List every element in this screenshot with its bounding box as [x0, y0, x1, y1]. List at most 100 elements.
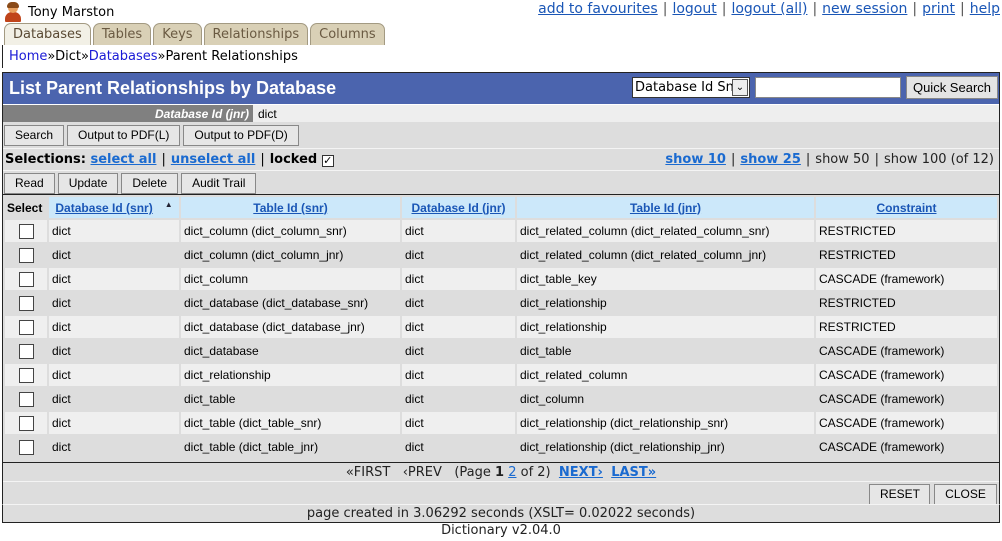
- reset-button[interactable]: RESET: [869, 484, 930, 505]
- logout-all-link[interactable]: logout (all): [731, 1, 807, 17]
- row-select-checkbox[interactable]: [18, 415, 34, 431]
- table-header-row: Select Database Id (snr) ▲ Table Id (snr)…: [5, 197, 997, 218]
- table-row: dict dict_table (dict_table_jnr) dict dict_…: [5, 436, 997, 458]
- sort-table-id-jnr-link[interactable]: Table Id (jnr): [630, 201, 701, 215]
- column-header-constraint: Constraint: [816, 197, 997, 218]
- sort-ascending-icon: ▲: [164, 200, 173, 209]
- cell-database-id-jnr: dict: [402, 388, 515, 410]
- title-bar: List Parent Relationships by Database Da…: [3, 73, 999, 104]
- search-button-row: Search Output to PDF(L) Output to PDF(D): [3, 122, 999, 149]
- breadcrumb-home[interactable]: Home: [9, 49, 47, 64]
- quick-search-field-value: Database Id Snr: [635, 80, 740, 95]
- audit-trail-button[interactable]: Audit Trail: [181, 173, 257, 194]
- quick-search-input[interactable]: [755, 77, 901, 98]
- cell-table-id-jnr: dict_related_column (dict_related_column…: [517, 220, 814, 242]
- row-select-checkbox[interactable]: [18, 295, 34, 311]
- cell-database-id-snr: dict: [49, 244, 179, 266]
- row-select-checkbox[interactable]: [18, 247, 34, 263]
- table-row: dict dict_column dict dict_table_key CASCADE…: [5, 268, 997, 290]
- page-size-links: show 10 | show 25 | show 50 | show 100 (of 12): [665, 152, 994, 167]
- cell-table-id-snr: dict_database: [181, 340, 400, 362]
- quick-search-button[interactable]: Quick Search: [906, 76, 998, 99]
- cell-database-id-jnr: dict: [402, 220, 515, 242]
- tab-tables[interactable]: Tables: [92, 23, 152, 45]
- row-select-checkbox[interactable]: [18, 319, 34, 335]
- cell-table-id-jnr: dict_relationship: [517, 316, 814, 338]
- new-session-link[interactable]: new session: [822, 1, 907, 17]
- cell-database-id-snr: dict: [49, 364, 179, 386]
- cell-constraint: RESTRICTED: [816, 220, 997, 242]
- table-row: dict dict_table dict dict_column CASCADE (fr…: [5, 388, 997, 410]
- select-all-link[interactable]: select all: [90, 152, 156, 167]
- show-10-link[interactable]: show 10: [665, 152, 726, 167]
- last-page-link[interactable]: LAST»: [611, 465, 656, 480]
- logout-link[interactable]: logout: [672, 1, 716, 17]
- cell-constraint: CASCADE (framework): [816, 268, 997, 290]
- breadcrumb: Home»Dict»Databases»Parent Relationships: [2, 45, 1000, 68]
- help-link[interactable]: help: [970, 1, 1000, 17]
- cell-constraint: CASCADE (framework): [816, 436, 997, 458]
- next-page-link[interactable]: NEXT›: [559, 465, 603, 480]
- pagination: «FIRST ‹PREV (Page 1 2 of 2) NEXT› LAST»: [3, 462, 999, 482]
- row-select-checkbox[interactable]: [18, 223, 34, 239]
- column-header-database-id-snr: Database Id (snr) ▲: [49, 197, 179, 218]
- read-button[interactable]: Read: [4, 173, 55, 194]
- close-button[interactable]: CLOSE: [934, 484, 997, 505]
- print-link[interactable]: print: [922, 1, 955, 17]
- output-pdf-d-button[interactable]: Output to PDF(D): [183, 125, 299, 146]
- output-pdf-l-button[interactable]: Output to PDF(L): [67, 125, 181, 146]
- page-title: List Parent Relationships by Database: [9, 78, 337, 98]
- update-button[interactable]: Update: [57, 173, 119, 194]
- search-button[interactable]: Search: [4, 125, 65, 146]
- cell-constraint: RESTRICTED: [816, 244, 997, 266]
- relationships-table: Select Database Id (snr) ▲ Table Id (snr)…: [3, 195, 999, 460]
- first-page-text: «FIRST: [345, 465, 391, 480]
- select-cell: [5, 244, 47, 266]
- row-select-checkbox[interactable]: [18, 367, 34, 383]
- cell-table-id-snr: dict_column: [181, 268, 400, 290]
- locked-checkbox[interactable]: ✓: [321, 155, 334, 167]
- delete-button[interactable]: Delete: [121, 173, 179, 194]
- table-row: dict dict_column (dict_column_snr) dict dic…: [5, 220, 997, 242]
- sort-constraint-link[interactable]: Constraint: [877, 201, 937, 215]
- top-links: add to favourites | logout | logout (all) | ne…: [538, 1, 1000, 17]
- cell-constraint: CASCADE (framework): [816, 364, 997, 386]
- cell-database-id-jnr: dict: [402, 340, 515, 362]
- breadcrumb-databases[interactable]: Databases: [89, 49, 158, 64]
- filter-label: Database Id (jnr): [3, 105, 253, 122]
- row-select-checkbox[interactable]: [18, 343, 34, 359]
- unselect-all-link[interactable]: unselect all: [171, 152, 255, 167]
- main-panel: List Parent Relationships by Database Da…: [2, 72, 1000, 509]
- locked-label: locked: [269, 152, 318, 167]
- breadcrumb-sep: »: [81, 49, 89, 64]
- cell-database-id-jnr: dict: [402, 364, 515, 386]
- tab-databases[interactable]: Databases: [4, 23, 91, 46]
- sort-table-id-snr-link[interactable]: Table Id (snr): [253, 201, 327, 215]
- page-2-link[interactable]: 2: [508, 465, 516, 480]
- current-page: 1: [495, 465, 505, 480]
- cell-table-id-snr: dict_column (dict_column_jnr): [181, 244, 400, 266]
- cell-constraint: CASCADE (framework): [816, 388, 997, 410]
- tab-bar: Databases Tables Keys Relationships Colu…: [4, 23, 387, 46]
- page-timing: page created in 3.06292 seconds (XSLT= 0…: [2, 504, 1000, 523]
- add-to-favourites-link[interactable]: add to favourites: [538, 1, 658, 17]
- prev-page-text: ‹PREV: [402, 465, 442, 480]
- chevron-down-icon[interactable]: ⌄: [732, 79, 748, 96]
- row-select-checkbox[interactable]: [18, 439, 34, 455]
- table-row: dict dict_table (dict_table_snr) dict dict_…: [5, 412, 997, 434]
- select-cell: [5, 292, 47, 314]
- row-select-checkbox[interactable]: [18, 391, 34, 407]
- tab-relationships[interactable]: Relationships: [203, 23, 309, 45]
- tab-columns[interactable]: Columns: [310, 23, 385, 45]
- quick-search-field-select[interactable]: Database Id Snr ⌄: [632, 77, 750, 98]
- select-cell: [5, 340, 47, 362]
- sort-database-id-jnr-link[interactable]: Database Id (jnr): [411, 201, 505, 215]
- select-cell: [5, 388, 47, 410]
- breadcrumb-sep: »: [157, 49, 166, 64]
- cell-table-id-snr: dict_relationship: [181, 364, 400, 386]
- cell-constraint: RESTRICTED: [816, 316, 997, 338]
- sort-database-id-snr-link[interactable]: Database Id (snr): [55, 201, 152, 215]
- row-select-checkbox[interactable]: [18, 271, 34, 287]
- show-25-link[interactable]: show 25: [740, 152, 801, 167]
- tab-keys[interactable]: Keys: [153, 23, 202, 45]
